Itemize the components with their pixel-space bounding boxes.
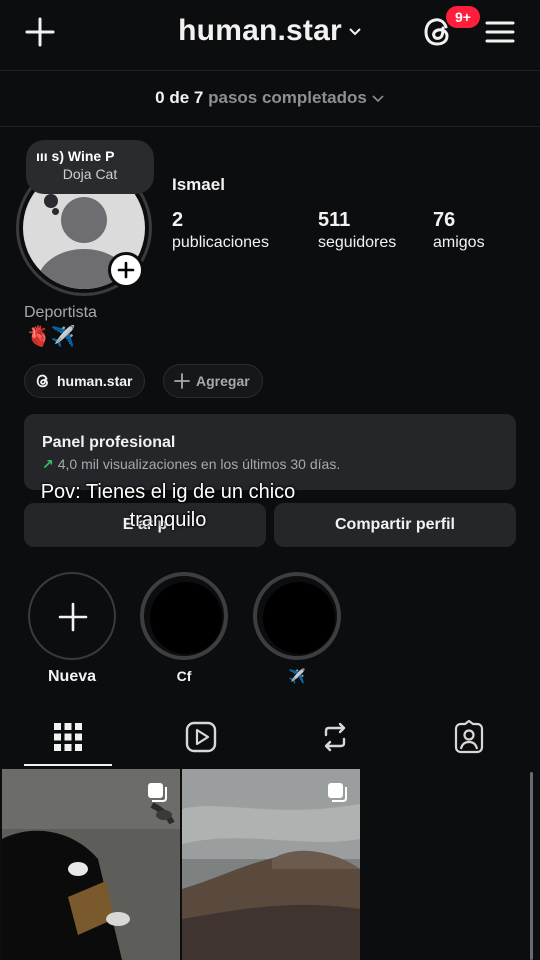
stat-label: amigos: [433, 234, 485, 251]
stat-value: 511: [318, 209, 351, 231]
add-story-button[interactable]: [108, 252, 144, 288]
repost-icon: [324, 722, 346, 752]
note-tail: [44, 194, 58, 208]
highlight-cover: [150, 582, 222, 654]
post-thumbnail[interactable]: [2, 769, 180, 960]
profile-tabs: [0, 712, 540, 768]
stat-friends[interactable]: 76 amigos: [433, 209, 485, 252]
threads-icon: [36, 374, 48, 388]
music-note-bubble[interactable]: ııı s) Wine P Doja Cat: [26, 140, 154, 194]
highlight-plane[interactable]: ✈️: [253, 572, 341, 685]
share-profile-button[interactable]: Compartir perfil: [274, 503, 516, 547]
plus-icon: [58, 602, 88, 632]
tab-reels[interactable]: [184, 720, 220, 756]
post-thumbnail[interactable]: [182, 769, 360, 960]
video-caption-overlay: Pov: Tienes el ig de un chico tranquilo: [40, 481, 296, 531]
panel-views: 4,0 mil visualizaciones en los últimos 3…: [57, 456, 341, 472]
carousel-icon: [328, 783, 347, 802]
highlight-new[interactable]: Nueva: [28, 572, 116, 686]
onboarding-steps[interactable]: 0 de 7 pasos completados: [0, 88, 540, 108]
active-tab-indicator: [24, 764, 112, 766]
steps-count: 0 de 7: [155, 88, 204, 107]
notification-badge: 9+: [446, 6, 480, 28]
highlight-cf[interactable]: Cf: [140, 572, 228, 684]
tab-grid[interactable]: [51, 720, 87, 756]
chevron-down-icon: [349, 28, 361, 36]
divider: [0, 126, 540, 127]
trend-up-icon: ↗: [42, 456, 54, 472]
stat-label: publicaciones: [172, 234, 269, 251]
tab-reposts[interactable]: [318, 720, 354, 756]
highlight-label: Cf: [176, 668, 192, 684]
steps-label: pasos completados: [208, 88, 367, 107]
reels-icon: [185, 721, 217, 753]
plus-icon: [174, 373, 190, 390]
top-bar: human.star 9+: [0, 0, 540, 68]
bio-text: 🫀✈️: [26, 326, 76, 348]
highlight-label: ✈️: [288, 668, 306, 684]
carousel-icon: [148, 783, 167, 802]
stat-value: 76: [433, 209, 456, 231]
panel-subtitle: ↗ 4,0 mil visualizaciones en los últimos …: [42, 456, 498, 473]
stat-followers[interactable]: 511 seguidores: [318, 209, 396, 252]
scrollbar[interactable]: [530, 772, 533, 960]
avatar-placeholder-head: [61, 197, 107, 243]
stat-value: 2: [172, 209, 184, 231]
grid-icon: [54, 723, 82, 751]
chevron-down-icon: [372, 94, 384, 102]
highlight-label: Nueva: [47, 668, 97, 685]
highlight-circle: [253, 572, 341, 660]
note-song: ııı s) Wine P: [36, 148, 115, 164]
panel-title: Panel profesional: [42, 434, 176, 451]
tagged-icon: [454, 719, 484, 754]
profile-name: Ismael: [172, 175, 225, 194]
stat-label: seguidores: [318, 234, 397, 251]
plus-icon: [117, 261, 135, 279]
threads-link-pill[interactable]: human.star: [24, 364, 146, 398]
add-link-pill[interactable]: Agregar: [163, 364, 263, 398]
highlight-cover: [263, 582, 335, 654]
highlight-circle: [140, 572, 228, 660]
note-artist: Doja Cat: [62, 166, 118, 182]
add-link-label: Agregar: [196, 373, 250, 389]
menu-icon[interactable]: [484, 16, 516, 48]
divider: [0, 70, 540, 71]
stat-posts[interactable]: 2 publicaciones: [172, 209, 269, 252]
highlight-circle: [28, 572, 116, 660]
tab-tagged[interactable]: [452, 719, 488, 756]
username-title: human.star: [178, 14, 342, 47]
note-tail: [52, 208, 59, 215]
threads-handle: human.star: [57, 373, 133, 389]
profile-category: Deportista: [24, 304, 97, 321]
